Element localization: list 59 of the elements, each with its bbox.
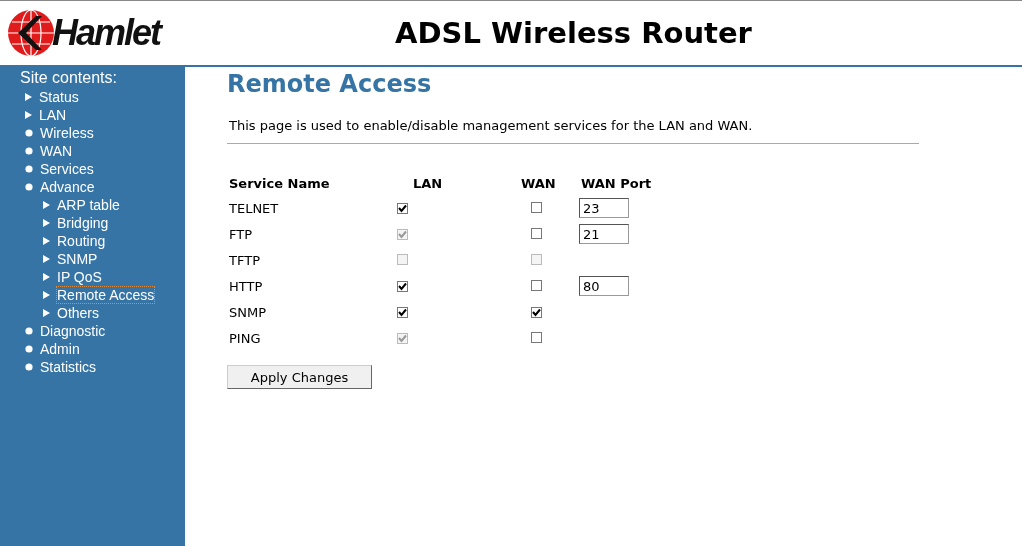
sidebar-link[interactable]: Services bbox=[40, 161, 94, 177]
port-field[interactable]: 23 bbox=[579, 198, 629, 218]
sidebar-link[interactable]: SNMP bbox=[57, 251, 98, 267]
service-name: TELNET bbox=[229, 200, 279, 216]
sidebar-link[interactable]: Remote Access bbox=[57, 287, 155, 303]
sidebar-link[interactable]: Advance bbox=[40, 179, 95, 195]
arrow-icon bbox=[25, 93, 32, 101]
sidebar-link[interactable]: Routing bbox=[57, 233, 106, 249]
service-name: PING bbox=[229, 330, 261, 346]
bullet-icon bbox=[25, 183, 33, 191]
page-title: Remote Access bbox=[227, 70, 433, 98]
sidebar-link[interactable]: ARP table bbox=[57, 197, 120, 213]
bullet-icon bbox=[25, 129, 33, 137]
column-header: WAN bbox=[520, 176, 557, 193]
sidebar-link[interactable]: Bridging bbox=[57, 215, 109, 231]
checkbox[interactable] bbox=[531, 306, 542, 318]
checkbox[interactable] bbox=[397, 306, 408, 318]
service-name: HTTP bbox=[229, 278, 263, 294]
sidebar-link[interactable]: Diagnostic bbox=[40, 323, 106, 339]
arrow-icon bbox=[43, 273, 50, 281]
sidebar-link[interactable]: Others bbox=[57, 305, 99, 321]
sidebar-link[interactable]: Wireless bbox=[40, 125, 94, 141]
checkbox[interactable] bbox=[531, 331, 542, 343]
arrow-icon bbox=[43, 291, 50, 299]
sidebar-link[interactable]: Admin bbox=[40, 341, 80, 357]
bullet-icon bbox=[25, 147, 33, 155]
arrow-icon bbox=[43, 255, 50, 263]
arrow-icon bbox=[43, 237, 50, 245]
checkbox[interactable] bbox=[531, 279, 542, 291]
column-header: LAN bbox=[412, 176, 444, 193]
column-header: WAN Port bbox=[580, 176, 653, 193]
sidebar-link[interactable]: IP QoS bbox=[57, 269, 102, 285]
sidebar-link[interactable]: LAN bbox=[39, 107, 67, 123]
service-name: FTP bbox=[229, 226, 253, 242]
sidebar-link[interactable]: Statistics bbox=[40, 359, 96, 375]
service-name: SNMP bbox=[229, 304, 267, 320]
checkbox[interactable] bbox=[531, 227, 542, 239]
bullet-icon bbox=[25, 165, 33, 173]
port-field[interactable]: 21 bbox=[579, 224, 629, 244]
sidebar-heading: Site contents: bbox=[20, 69, 118, 87]
column-header: Service Name bbox=[228, 176, 331, 193]
page-description: This page is used to enable/disable management services for the LAN and WAN. bbox=[229, 118, 754, 133]
header-title: ADSL Wireless Router bbox=[394, 16, 753, 50]
apply-changes-button[interactable]: Apply Changes bbox=[227, 365, 372, 389]
bullet-icon bbox=[25, 327, 33, 335]
arrow-icon bbox=[25, 111, 32, 119]
checkbox[interactable] bbox=[397, 280, 408, 292]
checkbox[interactable] bbox=[531, 201, 542, 213]
sidebar-link[interactable]: WAN bbox=[40, 143, 73, 159]
bullet-icon bbox=[25, 363, 33, 371]
logo-text: Hamlet bbox=[52, 12, 161, 54]
service-name: TFTP bbox=[229, 252, 260, 268]
sidebar-link[interactable]: Status bbox=[39, 89, 79, 105]
checkbox[interactable] bbox=[397, 202, 408, 214]
arrow-icon bbox=[43, 219, 50, 227]
port-field[interactable]: 80 bbox=[579, 276, 629, 296]
bullet-icon bbox=[25, 345, 33, 353]
arrow-icon bbox=[43, 201, 50, 209]
arrow-icon bbox=[43, 309, 50, 317]
